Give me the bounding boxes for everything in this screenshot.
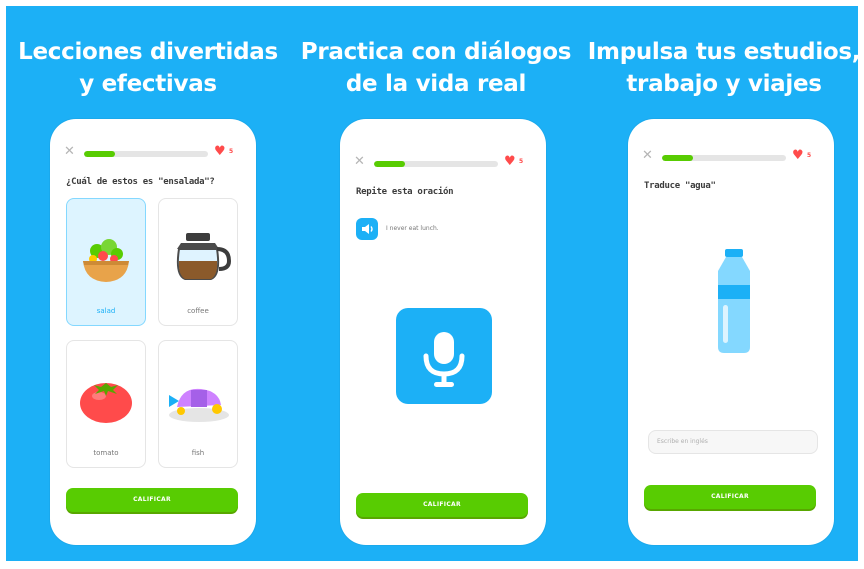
check-button[interactable]: CALIFICAR <box>644 485 816 509</box>
speaker-button[interactable] <box>356 218 378 240</box>
close-icon[interactable]: ✕ <box>642 148 653 163</box>
card-tomato[interactable]: tomato <box>66 340 146 468</box>
progress-fill <box>662 155 693 161</box>
lesson-topbar: ✕ ♥ 5 <box>64 144 246 161</box>
store-banner: Lecciones divertidas y efectivas ✕ ♥ 5 ¿… <box>6 6 858 561</box>
lesson-topbar: ✕ ♥ 5 <box>354 154 536 171</box>
progress-bar <box>662 155 786 161</box>
hearts-count: 5 <box>807 152 812 159</box>
question-prompt: Traduce "agua" <box>644 181 716 191</box>
speaker-icon <box>362 224 373 234</box>
card-label: tomato <box>93 449 119 457</box>
question-prompt: ¿Cuál de estos es "ensalada"? <box>66 177 215 187</box>
question-prompt: Repite esta oración <box>356 187 454 197</box>
close-icon[interactable]: ✕ <box>354 154 365 169</box>
progress-bar <box>84 151 208 157</box>
progress-fill <box>84 151 115 157</box>
sentence-text: I never eat lunch. <box>386 225 439 232</box>
answer-input[interactable]: Escribe en inglés <box>648 430 818 454</box>
headline-dialogues: Practica con diálogos de la vida real <box>300 39 572 97</box>
close-icon[interactable]: ✕ <box>64 144 75 159</box>
card-label: salad <box>96 307 116 315</box>
panel-lessons: Lecciones divertidas y efectivas ✕ ♥ 5 ¿… <box>6 6 290 561</box>
card-coffee[interactable]: coffee <box>158 198 238 326</box>
progress-bar <box>374 161 498 167</box>
lesson-topbar: ✕ ♥ 5 <box>642 148 824 165</box>
microphone-button[interactable] <box>396 308 492 404</box>
headline-lessons: Lecciones divertidas y efectivas <box>18 39 278 97</box>
heart-icon: ♥ <box>504 154 516 169</box>
tomato-icon <box>80 383 132 423</box>
panel-translate: Impulsa tus estudios, trabajo y viajes ✕… <box>582 6 858 561</box>
phone-mockup: ✕ ♥ 5 Repite esta oración I never eat lu… <box>340 119 546 545</box>
water-bottle-icon <box>718 249 750 353</box>
heart-icon: ♥ <box>214 144 226 159</box>
heart-icon: ♥ <box>792 148 804 163</box>
microphone-icon <box>423 332 465 387</box>
fish-plate-icon <box>169 388 229 422</box>
panel-dialogues: Practica con diálogos de la vida real ✕ … <box>294 6 578 561</box>
card-label: coffee <box>187 307 209 315</box>
answer-cards: salad coffee tomato fish <box>66 198 240 470</box>
card-label: fish <box>191 449 205 457</box>
phone-mockup: ✕ ♥ 5 ¿Cuál de estos es "ensalada"? sala… <box>50 119 256 545</box>
headline-translate: Impulsa tus estudios, trabajo y viajes <box>587 39 858 97</box>
progress-fill <box>374 161 405 167</box>
check-button[interactable]: CALIFICAR <box>66 488 238 512</box>
hearts-count: 5 <box>229 148 234 155</box>
card-fish[interactable]: fish <box>158 340 238 468</box>
card-salad[interactable]: salad <box>66 198 146 326</box>
phone-mockup: ✕ ♥ 5 Traduce "agua" Escribe en inglés C… <box>628 119 834 545</box>
coffee-pot-icon <box>176 233 232 280</box>
check-button[interactable]: CALIFICAR <box>356 493 528 517</box>
salad-bowl-icon <box>83 239 129 282</box>
hearts-count: 5 <box>519 158 524 165</box>
